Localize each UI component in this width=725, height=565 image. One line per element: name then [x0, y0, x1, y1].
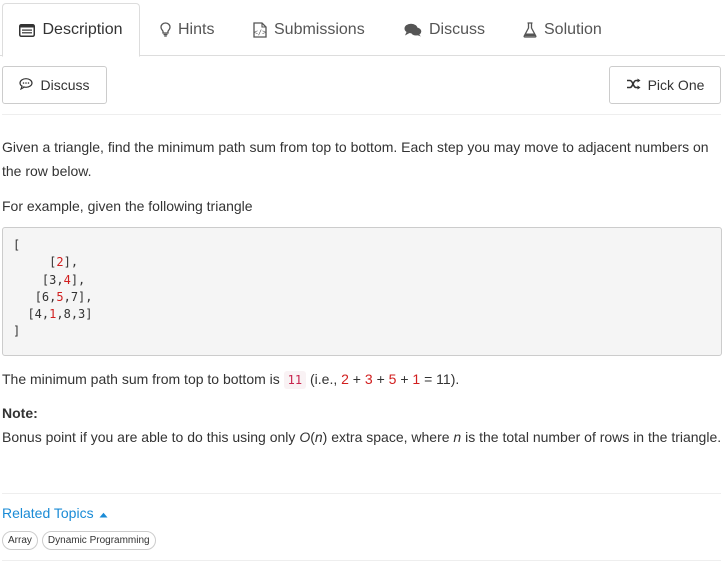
tab-discuss[interactable]: Discuss: [404, 3, 485, 56]
example-intro: For example, given the following triangl…: [2, 198, 253, 214]
description-icon: [19, 23, 36, 37]
triangle-row: [6,5,7],: [34, 289, 93, 304]
note-label: Note:: [2, 405, 38, 421]
related-topics-label: Related Topics: [2, 505, 94, 521]
divider: [2, 114, 721, 115]
tab-solution[interactable]: Solution: [523, 3, 602, 56]
caret-up-icon: [99, 505, 108, 521]
result-value: 11: [283, 371, 307, 389]
divider: [2, 493, 721, 494]
discuss-button-label: Discuss: [40, 77, 90, 93]
path-number: 5: [56, 289, 64, 304]
note-text: Bonus point if you are able to do this u…: [2, 429, 722, 445]
submissions-icon: </>: [253, 21, 267, 38]
triangle-close: ]: [13, 324, 21, 339]
tag-dynamic-programming[interactable]: Dynamic Programming: [41, 531, 156, 550]
tab-hints[interactable]: Hints: [160, 3, 214, 56]
tab-submissions-label: Submissions: [274, 20, 365, 38]
pick-one-button-label: Pick One: [647, 77, 705, 93]
triangle-code-block: [ [2], [3,4], [6,5,7], [4,1,8,3] ]: [2, 227, 722, 356]
triangle-open: [: [13, 238, 21, 252]
shuffle-icon: [626, 77, 641, 93]
tab-hints-label: Hints: [178, 20, 215, 38]
tab-solution-label: Solution: [544, 20, 602, 38]
divider: [2, 560, 721, 561]
lightbulb-icon: [160, 22, 171, 37]
svg-text:</>: </>: [254, 28, 267, 36]
comment-icon: [19, 77, 34, 93]
triangle-row: [4,1,8,3]: [27, 307, 93, 322]
pick-one-button[interactable]: Pick One: [609, 66, 721, 104]
tab-submissions[interactable]: </> Submissions: [253, 3, 365, 56]
path-number: 4: [63, 272, 71, 287]
path-number: 2: [56, 255, 64, 270]
triangle-row: [3,4],: [41, 272, 86, 287]
flask-icon: [523, 21, 537, 38]
problem-tabs: Description Hints </> Submissions Discus…: [0, 0, 725, 57]
problem-intro: Given a triangle, find the minimum path …: [2, 139, 709, 179]
tab-discuss-label: Discuss: [429, 20, 486, 38]
result-sentence: The minimum path sum from top to bottom …: [2, 371, 460, 389]
tab-description-label: Description: [42, 21, 123, 38]
tag-array[interactable]: Array: [2, 531, 38, 550]
related-topics-toggle[interactable]: Related Topics: [2, 505, 108, 521]
discuss-button[interactable]: Discuss: [2, 66, 107, 104]
tab-description[interactable]: Description: [2, 3, 140, 57]
triangle-row: [2],: [49, 255, 79, 270]
topic-tags: Array Dynamic Programming: [2, 531, 156, 550]
comments-icon: [404, 23, 422, 37]
